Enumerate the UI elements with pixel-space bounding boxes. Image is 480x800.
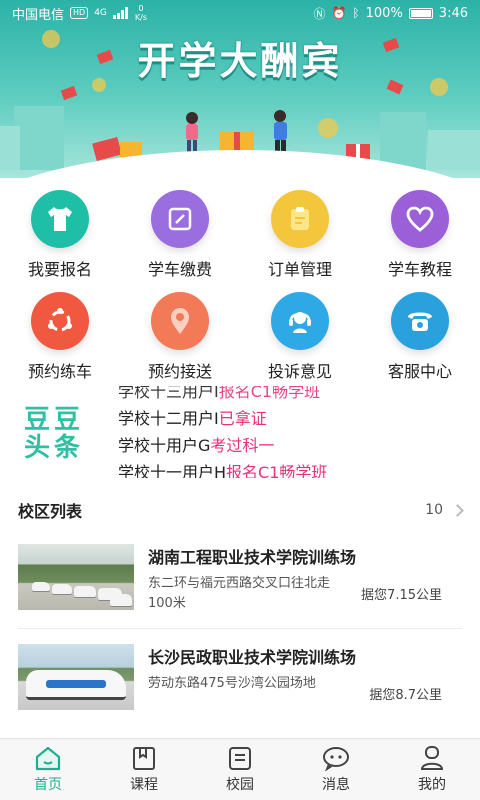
chat-icon bbox=[321, 745, 351, 771]
campus-name: 湖南工程职业技术学院训练场 bbox=[148, 548, 357, 567]
carrier-label: 中国电信 bbox=[12, 7, 65, 23]
tab-profile[interactable]: 我的 bbox=[384, 739, 480, 800]
news-user: 学校十一用户H bbox=[118, 463, 227, 478]
campus-icon bbox=[225, 745, 255, 771]
net-speed: 0 K/s bbox=[135, 4, 147, 22]
menu-label: 订单管理 bbox=[267, 260, 332, 279]
phone-icon bbox=[391, 292, 449, 350]
campus-card[interactable]: 长沙民政职业技术学院训练场 劳动东路475号沙湾公园场地 据您8.7公里 bbox=[18, 640, 462, 740]
headset-icon bbox=[271, 292, 329, 350]
clipboard-icon bbox=[271, 190, 329, 248]
cycle-icon bbox=[31, 292, 89, 350]
tab-label: 我的 bbox=[418, 777, 446, 793]
banner-title: 开学大酬宾 bbox=[137, 39, 343, 83]
news-user: 学校十用户G bbox=[118, 436, 211, 455]
news-item[interactable]: 学校十一用户H报名C1畅学班 bbox=[118, 459, 327, 478]
menu-tutorial[interactable]: 学车教程 bbox=[360, 182, 480, 284]
news-action: 报名C1畅学班 bbox=[226, 463, 328, 478]
news-action: 考过科一 bbox=[210, 436, 275, 455]
menu-label: 学车缴费 bbox=[147, 260, 212, 279]
promo-banner[interactable]: 中国电信 HD 4G 0 K/s Ⓝ ⏰ ᛒ 100% 3:46 开学大酬宾 bbox=[0, 0, 480, 178]
campus-card[interactable]: 湖南工程职业技术学院训练场 东二环与福元西路交叉口往北走100米 据您7.15公… bbox=[18, 540, 462, 640]
book-icon bbox=[129, 745, 159, 771]
alarm-icon: ⏰ bbox=[331, 6, 347, 20]
hd-badge: HD bbox=[70, 7, 89, 19]
menu-label: 客服中心 bbox=[387, 362, 452, 381]
red-envelope-icon bbox=[60, 85, 78, 101]
nfc-icon: Ⓝ bbox=[313, 6, 326, 21]
menu-label: 预约练车 bbox=[27, 362, 92, 381]
view-all-campuses[interactable]: 10 bbox=[425, 502, 464, 518]
news-list: 学校十三用户I报名C1畅学班 学校十二用户I已拿证 学校十用户G考过科一 学校十… bbox=[118, 386, 327, 478]
campus-count: 10 bbox=[425, 502, 443, 518]
section-title: 校区列表 bbox=[18, 502, 83, 521]
news-item[interactable]: 学校十三用户I报名C1畅学班 bbox=[118, 386, 327, 405]
feature-grid: 我要报名 学车缴费 订单管理 学车教程 预约练车 预约接送 投诉意见 客服中心 bbox=[0, 182, 480, 386]
tab-courses[interactable]: 课程 bbox=[96, 739, 192, 800]
menu-label: 学车教程 bbox=[387, 260, 452, 279]
tab-label: 消息 bbox=[322, 777, 350, 793]
news-item[interactable]: 学校十用户G考过科一 bbox=[118, 432, 327, 459]
tab-label: 校园 bbox=[226, 777, 254, 793]
menu-payment[interactable]: 学车缴费 bbox=[120, 182, 240, 284]
tshirt-icon bbox=[31, 190, 89, 248]
menu-label: 预约接送 bbox=[147, 362, 212, 381]
menu-complaints[interactable]: 投诉意见 bbox=[240, 284, 360, 386]
news-user: 学校十二用户I bbox=[118, 409, 219, 428]
news-ticker[interactable]: 豆豆 头条 学校十三用户I报名C1畅学班 学校十二用户I已拿证 学校十用户G考过… bbox=[0, 386, 480, 478]
campus-distance: 据您8.7公里 bbox=[369, 688, 442, 703]
campus-address: 劳动东路475号沙湾公园场地 bbox=[148, 676, 316, 691]
status-bar: 中国电信 HD 4G 0 K/s Ⓝ ⏰ ᛒ 100% 3:46 bbox=[0, 0, 480, 26]
battery-icon bbox=[408, 7, 433, 19]
news-user: 学校十三用户I bbox=[118, 386, 219, 401]
net-speed-value: 0 bbox=[138, 4, 144, 13]
building-illustration bbox=[14, 106, 64, 170]
campus-section-header: 校区列表 10 bbox=[0, 492, 480, 528]
tab-label: 课程 bbox=[130, 777, 158, 793]
bottom-tab-bar: 首页 课程 校园 消息 我的 bbox=[0, 738, 480, 800]
tab-messages[interactable]: 消息 bbox=[288, 739, 384, 800]
chevron-right-icon bbox=[451, 503, 464, 517]
menu-label: 投诉意见 bbox=[267, 362, 332, 381]
user-icon bbox=[417, 745, 447, 771]
tab-campus[interactable]: 校园 bbox=[192, 739, 288, 800]
menu-orders[interactable]: 订单管理 bbox=[240, 182, 360, 284]
net-speed-unit: K/s bbox=[134, 13, 148, 22]
doudou-headlines-logo: 豆豆 头条 bbox=[24, 406, 106, 462]
logo-line2: 头条 bbox=[24, 433, 85, 463]
news-action: 报名C1畅学班 bbox=[218, 386, 321, 401]
divider bbox=[18, 628, 462, 629]
campus-name: 长沙民政职业技术学院训练场 bbox=[148, 648, 357, 667]
campus-distance: 据您7.15公里 bbox=[361, 588, 442, 603]
building-illustration bbox=[428, 130, 480, 170]
heart-icon bbox=[391, 190, 449, 248]
signal-type: 4G bbox=[94, 8, 107, 18]
menu-label: 我要报名 bbox=[27, 260, 92, 279]
bluetooth-icon: ᛒ bbox=[352, 6, 360, 20]
campus-address: 东二环与福元西路交叉口往北走100米 bbox=[148, 576, 331, 611]
home-icon bbox=[33, 745, 63, 771]
tab-home[interactable]: 首页 bbox=[0, 739, 96, 800]
menu-book-practice[interactable]: 预约练车 bbox=[0, 284, 120, 386]
location-pin-icon bbox=[151, 292, 209, 350]
logo-line1: 豆豆 bbox=[24, 405, 85, 435]
menu-signup[interactable]: 我要报名 bbox=[0, 182, 120, 284]
building-illustration bbox=[0, 126, 20, 170]
tab-label: 首页 bbox=[34, 777, 62, 793]
menu-book-pickup[interactable]: 预约接送 bbox=[120, 284, 240, 386]
campus-photo bbox=[18, 644, 134, 710]
menu-support[interactable]: 客服中心 bbox=[360, 284, 480, 386]
campus-photo bbox=[18, 544, 134, 610]
edit-icon bbox=[151, 190, 209, 248]
signal-icon bbox=[112, 7, 128, 19]
news-item[interactable]: 学校十二用户I已拿证 bbox=[118, 405, 327, 432]
battery-percent: 100% bbox=[365, 5, 403, 21]
clock: 3:46 bbox=[438, 5, 468, 21]
news-action: 已拿证 bbox=[218, 409, 267, 428]
coin-icon bbox=[318, 118, 338, 138]
